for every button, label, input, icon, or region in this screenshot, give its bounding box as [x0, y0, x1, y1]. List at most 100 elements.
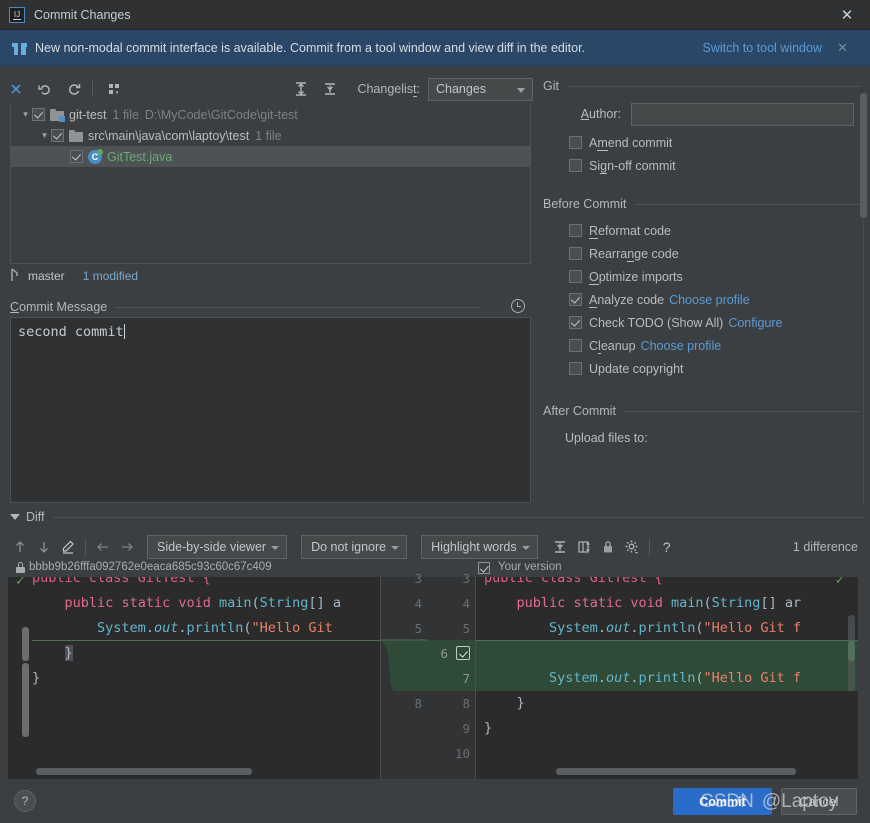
group-by-icon[interactable] — [101, 76, 127, 102]
update-copyright-row[interactable]: Update copyright — [569, 357, 870, 380]
check-todo-row[interactable]: Check TODO (Show All) Configure — [569, 311, 870, 334]
diff-editors: ✓ public class GitTest { public static v… — [8, 571, 866, 779]
right-horizontal-scrollbar[interactable] — [556, 768, 796, 775]
tree-file-count: 1 file — [255, 128, 282, 143]
accept-change-checkbox[interactable] — [456, 646, 470, 660]
left-horizontal-scrollbar[interactable] — [36, 768, 252, 775]
cancel-button[interactable]: Cancel — [781, 788, 857, 815]
author-input[interactable] — [631, 102, 854, 126]
refresh-icon[interactable] — [61, 76, 87, 102]
optimize-imports-row[interactable]: Optimize imports — [569, 265, 870, 288]
cleanup-row[interactable]: Cleanup Choose profile — [569, 334, 870, 357]
diff-file-headers: bbbb9b26fffa092762e0eaca685c93c60c67c409… — [8, 560, 866, 577]
window-titlebar: IJ Commit Changes ✕ — [0, 0, 870, 30]
check-todo-configure-link[interactable]: Configure — [728, 316, 782, 330]
tree-row-package[interactable]: ▾ src\main\java\com\laptoy\test 1 file — [11, 125, 530, 146]
collapse-all-icon[interactable] — [317, 76, 343, 102]
analyze-code-label: Analyze code — [589, 292, 665, 308]
chevron-down-icon[interactable]: ▾ — [19, 109, 32, 120]
your-version-label: Your version — [498, 561, 562, 573]
diff-right-editor[interactable]: ✓ public class GitTest { public static v… — [476, 577, 858, 779]
rearrange-code-checkbox[interactable] — [569, 247, 582, 260]
viewer-mode-value: Side-by-side viewer — [157, 540, 267, 554]
reformat-code-checkbox[interactable] — [569, 224, 582, 237]
rearrange-code-label: Rearrange code — [589, 246, 679, 262]
signoff-commit-row[interactable]: Sign-off commit — [569, 154, 870, 177]
update-copyright-checkbox[interactable] — [569, 362, 582, 375]
rollback-icon[interactable] — [32, 76, 58, 102]
after-commit-section-label: After Commit — [543, 404, 616, 418]
commit-changes-dialog: IJ Commit Changes ✕ New non-modal commit… — [0, 0, 870, 823]
cleanup-label: Cleanup — [589, 338, 636, 354]
tree-path: D:\MyCode\GitCode\git-test — [144, 107, 298, 122]
expand-all-icon[interactable] — [288, 76, 314, 102]
tree-checkbox[interactable] — [51, 129, 64, 142]
options-scrollbar-thumb[interactable] — [860, 93, 867, 218]
amend-commit-row[interactable]: Amend commit — [569, 131, 870, 154]
changes-tree[interactable]: ▾ git-test 1 file D:\MyCode\GitCode\git-… — [10, 104, 531, 264]
diff-section-title[interactable]: Diff — [10, 508, 865, 526]
after-commit-section-title: After Commit — [543, 404, 870, 418]
highlight-mode-select[interactable]: Highlight words — [421, 535, 538, 559]
clock-icon[interactable] — [511, 299, 525, 313]
tree-row-module[interactable]: ▾ git-test 1 file D:\MyCode\GitCode\git-… — [11, 104, 530, 125]
ignore-mode-value: Do not ignore — [311, 540, 387, 554]
changelist-select[interactable]: Changes — [428, 77, 533, 101]
arrow-down-icon[interactable] — [32, 535, 56, 559]
cleanup-checkbox[interactable] — [569, 339, 582, 352]
gift-icon — [12, 40, 27, 55]
highlight-mode-value: Highlight words — [431, 540, 517, 554]
show-whitespace-icon[interactable] — [572, 535, 596, 559]
reformat-code-row[interactable]: Reformat code — [569, 219, 870, 242]
help-icon[interactable]: ? — [655, 535, 679, 559]
viewer-mode-select[interactable]: Side-by-side viewer — [147, 535, 288, 559]
commit-message-input[interactable]: second commit — [10, 317, 531, 503]
chevron-down-icon[interactable] — [10, 514, 20, 520]
optimize-imports-label: Optimize imports — [589, 269, 683, 285]
modified-count-link[interactable]: 1 modified — [83, 269, 138, 283]
rearrange-code-row[interactable]: Rearrange code — [569, 242, 870, 265]
commit-button[interactable]: Commit — [673, 788, 772, 815]
collapse-unchanged-icon[interactable] — [548, 535, 572, 559]
analyze-code-checkbox[interactable] — [569, 293, 582, 306]
changelist-label: Changelist: — [357, 82, 420, 97]
toolbar-separator — [85, 539, 86, 555]
changes-toolbar: Changelist: Changes — [0, 73, 533, 105]
ignore-mode-select[interactable]: Do not ignore — [301, 535, 408, 559]
your-version-checkbox[interactable] — [478, 562, 490, 574]
help-button[interactable]: ? — [14, 790, 36, 812]
arrow-left-icon[interactable] — [91, 535, 115, 559]
chevron-down-icon[interactable]: ▾ — [38, 130, 51, 141]
close-icon[interactable]: ✕ — [824, 0, 870, 30]
arrow-right-icon[interactable] — [115, 535, 139, 559]
readonly-lock-icon[interactable] — [596, 535, 620, 559]
switch-to-tool-window-link[interactable]: Switch to tool window — [702, 30, 822, 66]
tree-checkbox[interactable] — [32, 108, 45, 121]
pencil-icon[interactable] — [56, 535, 80, 559]
right-scrollbar-thumb[interactable] — [848, 615, 855, 691]
diff-left-editor[interactable]: ✓ public class GitTest { public static v… — [8, 577, 380, 779]
line-number: 6 — [440, 646, 448, 661]
banner-close-icon[interactable]: ✕ — [837, 30, 848, 66]
module-folder-icon — [50, 108, 65, 122]
java-class-icon: C — [88, 148, 103, 164]
signoff-commit-checkbox[interactable] — [569, 159, 582, 172]
gear-icon[interactable] — [620, 535, 644, 559]
check-todo-checkbox[interactable] — [569, 316, 582, 329]
code-line: System.out.println("Hello Git f — [549, 670, 802, 686]
left-change-marker-a — [22, 627, 29, 661]
analyze-choose-profile-link[interactable]: Choose profile — [669, 293, 750, 307]
tree-checkbox[interactable] — [70, 150, 83, 163]
arrow-up-icon[interactable] — [8, 535, 32, 559]
amend-commit-checkbox[interactable] — [569, 136, 582, 149]
tree-row-file[interactable]: C GitTest.java — [11, 146, 530, 167]
optimize-imports-checkbox[interactable] — [569, 270, 582, 283]
banner-message: New non-modal commit interface is availa… — [35, 40, 586, 55]
difference-count: 1 difference — [792, 540, 858, 554]
analyze-code-row[interactable]: Analyze code Choose profile — [569, 288, 870, 311]
line-number: 5 — [414, 621, 422, 636]
line-number: 9 — [462, 721, 470, 736]
magic-wand-icon[interactable] — [3, 76, 29, 102]
cleanup-choose-profile-link[interactable]: Choose profile — [641, 339, 722, 353]
no-errors-icon: ✓ — [16, 577, 25, 589]
